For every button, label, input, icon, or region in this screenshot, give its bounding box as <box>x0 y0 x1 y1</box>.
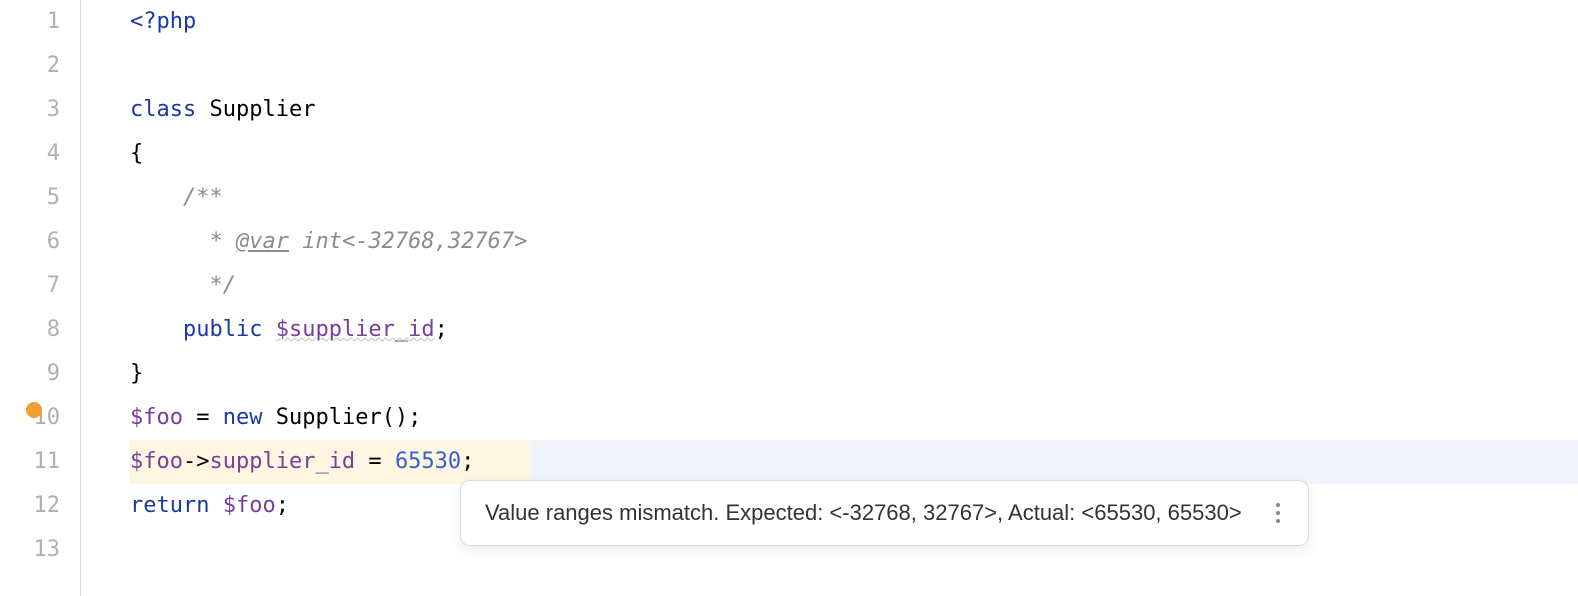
php-open-tag: <?php <box>130 9 196 34</box>
docblock-type: int<-32768,32767> <box>289 229 527 254</box>
indent <box>130 317 183 342</box>
docblock-open: /** <box>183 185 223 210</box>
public-keyword: public <box>183 317 262 342</box>
code-line[interactable]: $foo = new Supplier(); <box>130 396 1578 440</box>
code-line[interactable]: public $supplier_id; <box>130 308 1578 352</box>
line-number: 4 <box>0 132 60 176</box>
semicolon: ; <box>276 493 289 518</box>
line-number: 12 <box>0 484 60 528</box>
semicolon: ; <box>461 449 474 474</box>
new-keyword: new <box>223 405 263 430</box>
gutter-separator <box>80 0 130 596</box>
code-line[interactable]: { <box>130 132 1578 176</box>
code-line[interactable]: } <box>130 352 1578 396</box>
number-literal: 65530 <box>395 449 461 474</box>
code-line[interactable]: <?php <box>130 0 1578 44</box>
code-line[interactable] <box>130 44 1578 88</box>
class-keyword: class <box>130 97 196 122</box>
equals: = <box>183 405 223 430</box>
docblock-star: * <box>196 229 236 254</box>
line-number: 13 <box>0 528 60 572</box>
class-name: Supplier <box>209 97 315 122</box>
code-line[interactable]: $foo->supplier_id = 65530; <box>130 440 1578 484</box>
line-number: 6 <box>0 220 60 264</box>
indent <box>130 229 196 254</box>
constructor-call: Supplier(); <box>262 405 421 430</box>
tooltip-message: Value ranges mismatch. Expected: <-32768… <box>485 500 1242 526</box>
return-keyword: return <box>130 493 209 518</box>
indent <box>130 185 183 210</box>
code-line[interactable]: * @var int<-32768,32767> <box>130 220 1578 264</box>
line-number: 1 <box>0 0 60 44</box>
line-number: 7 <box>0 264 60 308</box>
indent <box>130 273 196 298</box>
semicolon: ; <box>435 317 448 342</box>
code-line[interactable]: class Supplier <box>130 88 1578 132</box>
property-access: supplier_id <box>209 449 355 474</box>
brace: } <box>130 361 143 386</box>
warning-marker-icon[interactable] <box>26 402 42 418</box>
line-number: 8 <box>0 308 60 352</box>
more-actions-icon[interactable] <box>1272 499 1284 527</box>
code-line[interactable]: */ <box>130 264 1578 308</box>
line-number: 11 <box>0 440 60 484</box>
equals: = <box>355 449 395 474</box>
line-number: 2 <box>0 44 60 88</box>
line-number: 5 <box>0 176 60 220</box>
code-line[interactable]: /** <box>130 176 1578 220</box>
inspection-tooltip: Value ranges mismatch. Expected: <-32768… <box>460 480 1309 546</box>
line-number: 3 <box>0 88 60 132</box>
variable: $foo <box>130 449 183 474</box>
variable: $foo <box>130 405 183 430</box>
property-name: $supplier_id <box>276 317 435 342</box>
arrow-operator: -> <box>183 449 210 474</box>
variable: $foo <box>209 493 275 518</box>
brace: { <box>130 141 143 166</box>
line-gutter: 1 2 3 4 5 6 7 8 9 10 11 12 13 <box>0 0 80 596</box>
line-number: 9 <box>0 352 60 396</box>
docblock-close: */ <box>196 273 236 298</box>
docblock-tag: @var <box>236 229 289 254</box>
